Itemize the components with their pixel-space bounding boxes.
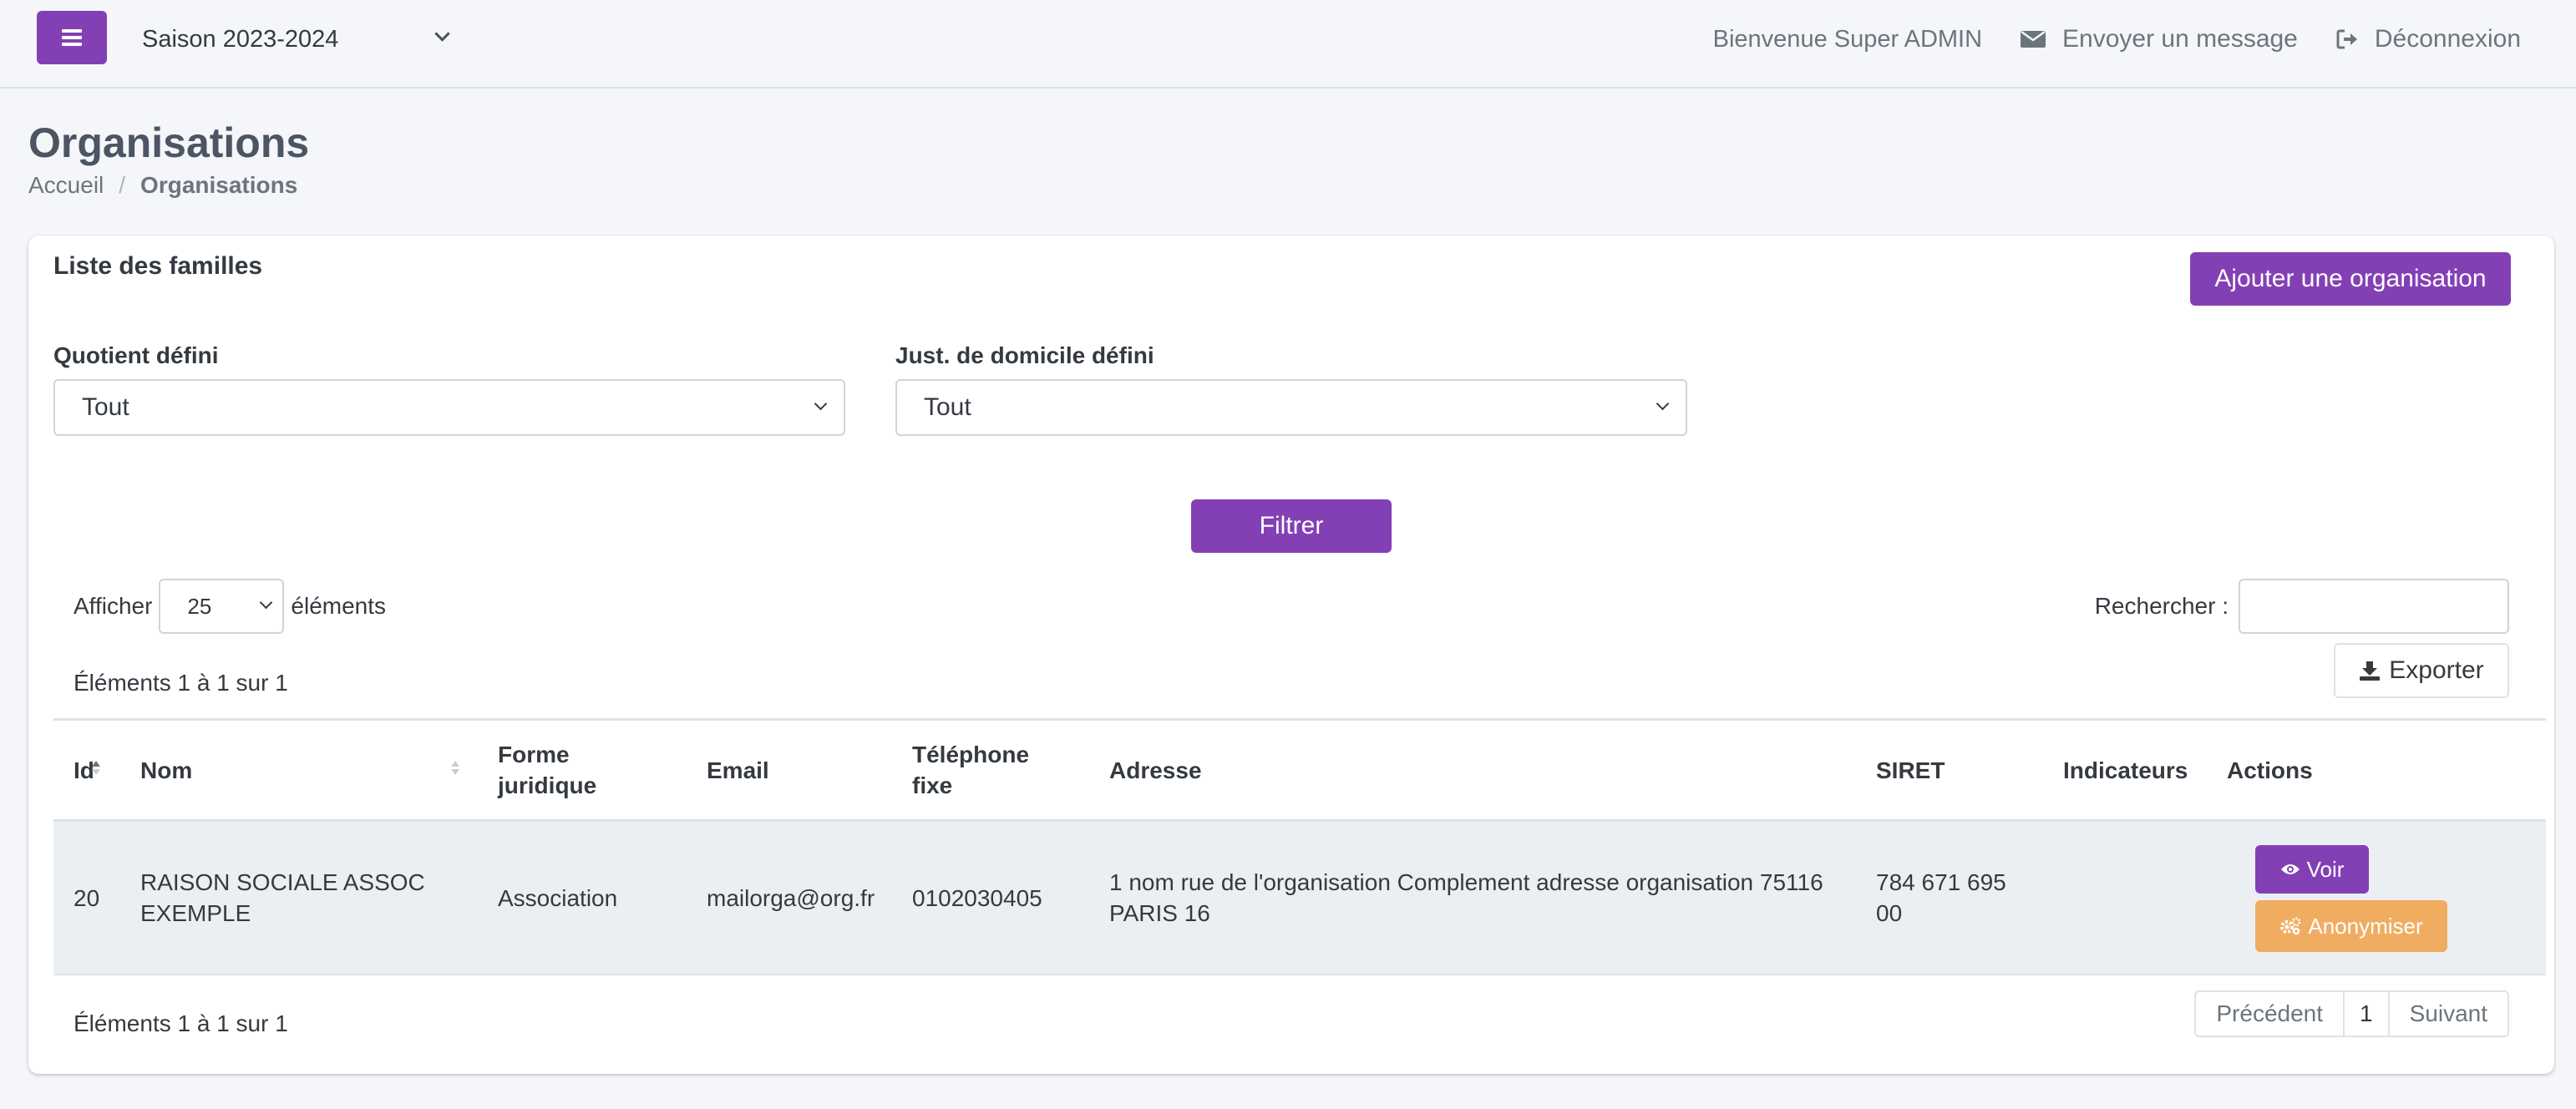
- season-select[interactable]: Saison 2023-2024: [142, 18, 459, 60]
- eye-icon: [2280, 863, 2300, 876]
- cell-telephone: 0102030405: [912, 884, 1042, 911]
- table-info-top: Éléments 1 à 1 sur 1: [74, 670, 288, 696]
- page-length-select[interactable]: 25: [159, 579, 285, 634]
- chevron-down-icon: [260, 595, 273, 610]
- quotient-filter-value: Tout: [82, 393, 129, 421]
- chevron-down-icon: [434, 26, 450, 42]
- pagination-next[interactable]: Suivant: [2390, 992, 2508, 1036]
- sort-icon: [92, 761, 100, 775]
- column-header-siret[interactable]: SIRET: [1876, 721, 1945, 819]
- anonymize-button[interactable]: Anonymiser: [2255, 900, 2447, 952]
- search-input[interactable]: [2239, 579, 2509, 634]
- page-length-value: 25: [187, 593, 212, 619]
- pagination-page[interactable]: 1: [2345, 992, 2390, 1036]
- page-title: Organisations: [28, 119, 310, 166]
- sort-icon: [451, 761, 459, 775]
- sign-out-icon: [2336, 28, 2358, 50]
- cell-id: 20: [74, 884, 100, 911]
- cell-siret: 784 671 695 00: [1876, 869, 2006, 926]
- column-header-adresse[interactable]: Adresse: [1109, 721, 1202, 819]
- page-length-control: Afficher 25 éléments: [74, 579, 386, 634]
- column-header-indicateurs[interactable]: Indicateurs: [2063, 721, 2188, 819]
- pagination-previous[interactable]: Précédent: [2196, 992, 2345, 1036]
- domicile-filter-label: Just. de domicile défini: [895, 342, 1154, 368]
- add-organisation-button[interactable]: Ajouter une organisation: [2190, 252, 2511, 306]
- cogs-icon: [2279, 917, 2301, 935]
- navbar-right: Bienvenue Super ADMIN Envoyer un message…: [1713, 18, 2521, 60]
- cell-email: mailorga@org.fr: [707, 884, 875, 911]
- column-header-telephone[interactable]: Téléphone fixe: [912, 721, 1029, 819]
- search-control: Rechercher :: [2095, 579, 2509, 634]
- column-header-nom[interactable]: Nom: [140, 721, 466, 819]
- table-row: 20 RAISON SOCIALE ASSOC EXEMPLE Associati…: [53, 822, 2546, 975]
- chevron-down-icon: [1656, 397, 1670, 411]
- chevron-down-icon: [814, 397, 828, 411]
- table-header: Id Nom Forme juridique Email Téléphone fix…: [53, 718, 2546, 822]
- families-card: Liste des familles Ajouter une organisat…: [28, 235, 2554, 1074]
- top-navbar: Saison 2023-2024 Bienvenue Super ADMIN E…: [0, 0, 2576, 89]
- breadcrumb-separator: /: [119, 172, 126, 198]
- export-label: Exporter: [2389, 656, 2484, 684]
- page-length-suffix: éléments: [291, 593, 387, 619]
- breadcrumb-home[interactable]: Accueil: [28, 172, 104, 199]
- bars-icon: [62, 29, 82, 46]
- view-button[interactable]: Voir: [2255, 845, 2369, 894]
- anonymize-button-label: Anonymiser: [2308, 913, 2423, 939]
- breadcrumb: Accueil / Organisations: [28, 172, 297, 199]
- download-icon: [2359, 660, 2381, 681]
- cell-nom: RAISON SOCIALE ASSOC EXEMPLE: [140, 869, 425, 926]
- organisations-table: Id Nom Forme juridique Email Téléphone fix…: [53, 718, 2546, 975]
- table-info-bottom: Éléments 1 à 1 sur 1: [74, 1010, 288, 1036]
- column-header-forme[interactable]: Forme juridique: [498, 721, 596, 819]
- welcome-text: Bienvenue Super ADMIN: [1712, 25, 1983, 53]
- card-title: Liste des familles: [53, 252, 263, 280]
- page-length-prefix: Afficher: [74, 593, 153, 619]
- send-message-label: Envoyer un message: [2062, 25, 2298, 53]
- quotient-filter-select[interactable]: Tout: [53, 379, 845, 436]
- pagination: Précédent 1 Suivant: [2194, 990, 2509, 1037]
- domicile-filter-value: Tout: [924, 393, 971, 421]
- cell-adresse: 1 nom rue de l'organisation Complement a…: [1109, 869, 1823, 926]
- breadcrumb-current: Organisations: [140, 172, 298, 198]
- season-select-value: Saison 2023-2024: [142, 25, 339, 53]
- domicile-filter-select[interactable]: Tout: [895, 379, 1687, 436]
- cell-forme: Association: [498, 884, 618, 911]
- logout-label: Déconnexion: [2374, 25, 2521, 53]
- envelope-icon: [2021, 29, 2046, 49]
- column-header-email[interactable]: Email: [707, 721, 769, 819]
- filter-button[interactable]: Filtrer: [1191, 499, 1392, 553]
- search-label: Rechercher :: [2094, 593, 2229, 619]
- column-header-actions: Actions: [2227, 757, 2313, 783]
- logout-link[interactable]: Déconnexion: [2336, 25, 2521, 53]
- send-message-link[interactable]: Envoyer un message: [2021, 25, 2298, 53]
- view-button-label: Voir: [2306, 856, 2345, 882]
- menu-toggle-button[interactable]: [37, 11, 107, 64]
- column-header-id[interactable]: Id: [74, 721, 100, 819]
- export-button[interactable]: Exporter: [2334, 643, 2509, 698]
- quotient-filter-label: Quotient défini: [53, 342, 219, 368]
